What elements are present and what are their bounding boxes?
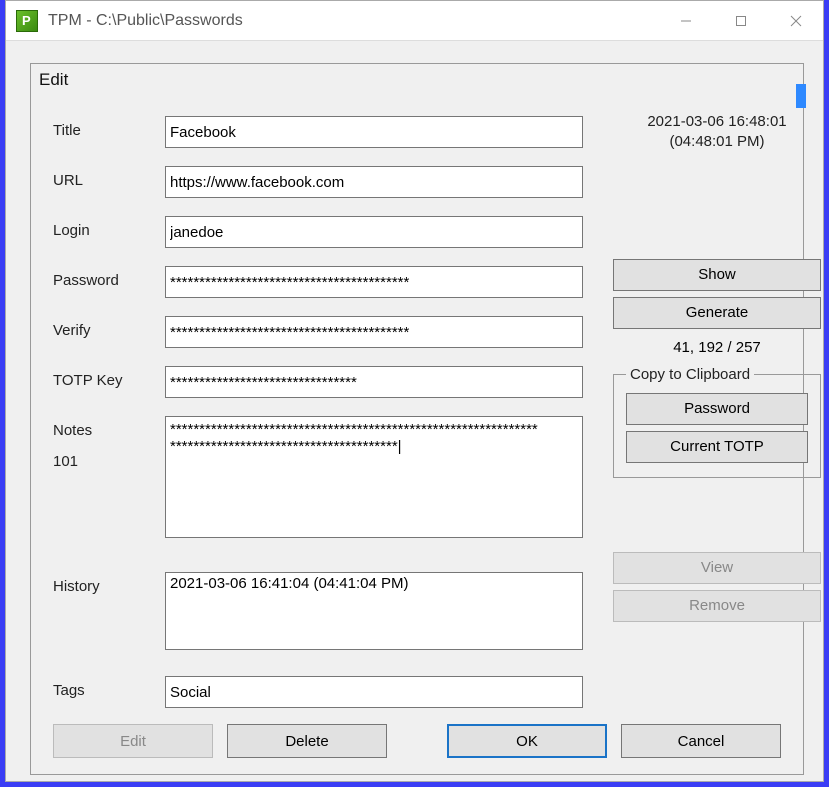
window-title: TPM - C:\Public\Passwords [48,12,658,30]
login-label: Login [53,216,165,239]
generate-button[interactable]: Generate [613,297,821,329]
app-icon [16,10,38,32]
history-list[interactable]: 2021-03-06 16:41:04 (04:41:04 PM) [165,572,583,650]
window-controls [658,1,823,40]
verify-field[interactable] [165,316,583,348]
minimize-button[interactable] [658,1,713,40]
notes-label-col: Notes 101 [53,416,165,470]
notes-label: Notes [53,422,165,439]
remove-history-button[interactable]: Remove [613,590,821,622]
timestamp-line1: 2021-03-06 16:48:01 [613,112,821,132]
password-label: Password [53,266,165,289]
view-history-button[interactable]: View [613,552,821,584]
password-stats: 41, 192 / 257 [613,339,821,356]
password-field[interactable] [165,266,583,298]
url-field[interactable] [165,166,583,198]
title-field[interactable] [165,116,583,148]
copy-to-clipboard-legend: Copy to Clipboard [626,366,754,383]
copy-password-button[interactable]: Password [626,393,808,425]
close-button[interactable] [768,1,823,40]
history-label: History [53,572,165,595]
form-area: 2021-03-06 16:48:01 (04:48:01 PM) Show G… [53,112,781,706]
totp-label: TOTP Key [53,366,165,389]
copy-totp-button[interactable]: Current TOTP [626,431,808,463]
tags-field[interactable] [165,676,583,708]
scroll-accent [796,84,806,108]
entry-timestamp: 2021-03-06 16:48:01 (04:48:01 PM) [613,112,821,153]
notes-char-count: 101 [53,453,165,470]
url-label: URL [53,166,165,189]
notes-field[interactable] [165,416,583,538]
ok-button[interactable]: OK [447,724,607,758]
login-field[interactable] [165,216,583,248]
cancel-button[interactable]: Cancel [621,724,781,758]
app-window: TPM - C:\Public\Passwords Edit 2021-03-0… [5,0,824,782]
copy-to-clipboard-group: Copy to Clipboard Password Current TOTP [613,366,821,478]
history-item[interactable]: 2021-03-06 16:41:04 (04:41:04 PM) [170,575,578,592]
edit-button[interactable]: Edit [53,724,213,758]
maximize-button[interactable] [713,1,768,40]
totp-field[interactable] [165,366,583,398]
timestamp-line2: (04:48:01 PM) [613,132,821,152]
edit-dialog: Edit 2021-03-06 16:48:01 (04:48:01 PM) S… [30,63,804,775]
titlebar: TPM - C:\Public\Passwords [6,1,823,41]
title-label: Title [53,116,165,139]
verify-label: Verify [53,316,165,339]
dialog-heading: Edit [31,64,803,106]
side-column: 2021-03-06 16:48:01 (04:48:01 PM) Show G… [613,112,821,622]
show-button[interactable]: Show [613,259,821,291]
dialog-bottom-bar: Edit Delete OK Cancel [53,724,781,760]
tags-label: Tags [53,676,165,699]
delete-button[interactable]: Delete [227,724,387,758]
